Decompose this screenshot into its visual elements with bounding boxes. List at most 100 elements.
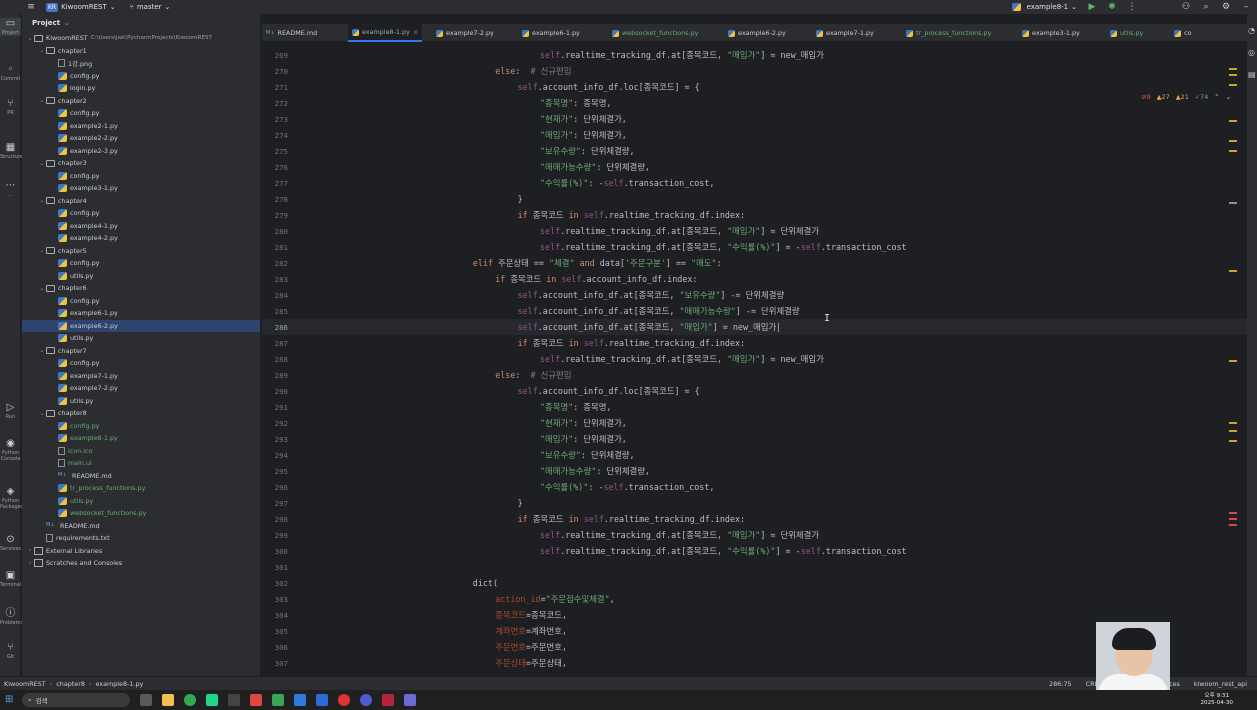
tree-item[interactable]: utils.py [22, 332, 260, 344]
chat-app-icon[interactable] [272, 694, 284, 706]
line-number[interactable]: 291 [262, 403, 288, 412]
code-line[interactable]: 280 self.realtime_tracking_df.at[종목코드, "매… [262, 223, 1247, 239]
code-line[interactable]: 298 if 종목코드 in self.realtime_tracking_df.… [262, 511, 1247, 527]
branch-switcher[interactable]: ⑂ master ⌄ [130, 3, 171, 11]
tab-example6-2-py[interactable]: example6-2.py [728, 24, 786, 42]
code-line[interactable]: 293 "매입가": 단위체결가, [262, 431, 1247, 447]
code-line[interactable]: 284 self.account_info_df.at[종목코드, "보유수량"]… [262, 287, 1247, 303]
code-line[interactable]: 273 "현재가": 단위체결가, [262, 111, 1247, 127]
tool-window-pr[interactable]: ⑂ PR [0, 98, 21, 116]
tree-item[interactable]: example6-1.py [22, 307, 260, 319]
search-icon[interactable]: ⌕ [1201, 2, 1211, 12]
python-interpreter[interactable]: kiwoom_rest_api [1194, 680, 1247, 688]
line-number[interactable]: 302 [262, 579, 288, 588]
windows-start-icon[interactable]: ⊞ [5, 694, 13, 705]
code-line[interactable]: 304 종목코드=종목코드, [262, 607, 1247, 623]
line-number[interactable]: 281 [262, 243, 288, 252]
tree-item[interactable]: › External Libraries [22, 545, 260, 557]
breadcrumb-item[interactable]: KiwoomREST [4, 680, 46, 688]
notifications-icon[interactable]: ◔ [1248, 26, 1255, 35]
close-icon[interactable]: × [413, 28, 418, 36]
chevron-right-icon[interactable]: › [26, 560, 34, 567]
line-number[interactable]: 289 [262, 371, 288, 380]
line-number[interactable]: 301 [262, 563, 288, 572]
tree-item[interactable]: example4-1.py [22, 220, 260, 232]
add-user-icon[interactable]: ⚇ [1181, 2, 1191, 12]
line-number[interactable]: 270 [262, 67, 288, 76]
app-icon[interactable] [404, 694, 416, 706]
tree-item[interactable]: example2-3.py [22, 145, 260, 157]
line-number[interactable]: 284 [262, 291, 288, 300]
tree-folder[interactable]: ⌄ chapter6 [22, 282, 260, 294]
line-number[interactable]: 293 [262, 435, 288, 444]
main-menu-icon[interactable]: ≡ [26, 2, 36, 12]
scrollbar-markers[interactable] [1228, 60, 1240, 560]
tree-item[interactable]: config.py [22, 420, 260, 432]
app-icon[interactable] [338, 694, 350, 706]
code-line[interactable]: 289 else: # 신규편입 [262, 367, 1247, 383]
chevron-down-icon[interactable]: ⌄ [38, 97, 46, 104]
tree-item[interactable]: config.py [22, 170, 260, 182]
chevron-down-icon[interactable]: ⌄ [38, 410, 46, 417]
code-line[interactable]: 269 self.realtime_tracking_df.at[종목코드, "매… [262, 47, 1247, 63]
debug-icon[interactable]: ✱ [1107, 2, 1117, 12]
system-clock[interactable]: 오후 9:31 2025-04-30 [1200, 693, 1233, 707]
code-line[interactable]: 278} [262, 191, 1247, 207]
tab-example7-1-py[interactable]: example7-1.py [816, 24, 874, 42]
tree-item[interactable]: config.py [22, 207, 260, 219]
tree-item[interactable]: config.py [22, 357, 260, 369]
line-number[interactable]: 300 [262, 547, 288, 556]
tree-item[interactable]: config.py [22, 107, 260, 119]
line-number[interactable]: 286 [262, 323, 288, 332]
tree-folder[interactable]: ⌄ KiwoomREST C:\Users\jwk\PycharmProjects\… [22, 32, 260, 44]
code-line[interactable]: 282 elif 주문상태 == "체결" and data['주문구분'] ==… [262, 255, 1247, 271]
tab-example8-1-py[interactable]: example8-1.py × [348, 24, 423, 42]
file-explorer-icon[interactable] [162, 694, 174, 706]
code-line[interactable]: 288 self.realtime_tracking_df.at[종목코드, "매… [262, 351, 1247, 367]
app-icon[interactable] [382, 694, 394, 706]
line-number[interactable]: 283 [262, 275, 288, 284]
code-line[interactable]: 295 "매매가능수량": 단위체결량, [262, 463, 1247, 479]
code-line[interactable]: 286 self.account_info_df.at[종목코드, "매입가"] … [262, 319, 1247, 335]
line-number[interactable]: 292 [262, 419, 288, 428]
code-line[interactable]: 277 "수익률(%)": -self.transaction_cost, [262, 175, 1247, 191]
project-panel-header[interactable]: Project ⌄ [22, 14, 260, 32]
code-line[interactable]: 297} [262, 495, 1247, 511]
tool-window-run[interactable]: ▷ Run [0, 402, 21, 420]
tree-item[interactable]: main.ui [22, 457, 260, 469]
tab-example3-1-py[interactable]: example3-1.py [1022, 24, 1080, 42]
tree-item[interactable]: example2-2.py [22, 132, 260, 144]
run-icon[interactable]: ▶ [1087, 2, 1097, 12]
tree-item[interactable]: › Scratches and Consoles [22, 557, 260, 569]
tab-tr-process-functions-py[interactable]: tr_process_functions.py [906, 24, 991, 42]
tree-item[interactable]: icon.ico [22, 445, 260, 457]
tree-folder[interactable]: ⌄ chapter3 [22, 157, 260, 169]
code-line[interactable]: 275 "보유수량": 단위체결량, [262, 143, 1247, 159]
line-number[interactable]: 294 [262, 451, 288, 460]
tree-item[interactable]: M↓ README.md [22, 520, 260, 532]
line-number[interactable]: 290 [262, 387, 288, 396]
kiwoom-icon[interactable] [316, 694, 328, 706]
tree-folder[interactable]: ⌄ chapter7 [22, 345, 260, 357]
tree-item[interactable]: utils.py [22, 495, 260, 507]
taskbar-search[interactable]: ⌕ 검색 [22, 693, 130, 707]
chrome-icon[interactable] [184, 694, 196, 706]
minimize-icon[interactable]: – [1241, 2, 1251, 12]
tree-folder[interactable]: ⌄ chapter5 [22, 245, 260, 257]
pycharm-icon[interactable] [206, 694, 218, 706]
code-line[interactable]: 271 self.account_info_df.loc[종목코드] = { [262, 79, 1247, 95]
line-number[interactable]: 279 [262, 211, 288, 220]
caret-position[interactable]: 286:75 [1049, 680, 1071, 688]
tool-window-python-console[interactable]: ◉ Python Console [0, 438, 21, 462]
tab-utils-py[interactable]: utils.py [1110, 24, 1143, 42]
run-config-selector[interactable]: example8-1 ⌄ [1011, 3, 1077, 11]
tree-item[interactable]: utils.py [22, 395, 260, 407]
more-actions-icon[interactable]: ⋮ [1127, 2, 1137, 12]
tool-window-problems[interactable]: ⓘ Problems [0, 604, 23, 626]
tree-folder[interactable]: ⌄ chapter8 [22, 407, 260, 419]
tree-item[interactable]: M↓ README.md [22, 470, 260, 482]
code-line[interactable]: 290 self.account_info_df.loc[종목코드] = { [262, 383, 1247, 399]
code-line[interactable]: 299 self.realtime_tracking_df.at[종목코드, "매… [262, 527, 1247, 543]
tool-window--[interactable]: ⋯... [0, 180, 21, 198]
app-icon[interactable] [294, 694, 306, 706]
